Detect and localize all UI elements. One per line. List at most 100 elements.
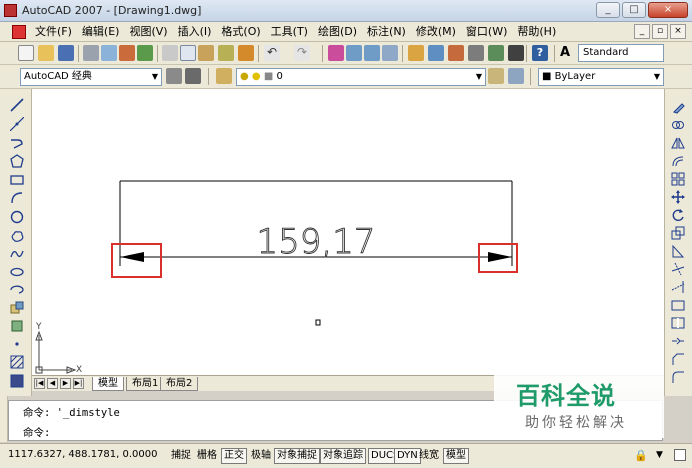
layer-dropdown[interactable]: ● ● ■ 0 ▼ <box>236 68 486 86</box>
block-editor-icon[interactable] <box>238 45 254 61</box>
lineweight-toggle[interactable]: 线宽 <box>416 448 442 464</box>
scale-icon[interactable] <box>670 225 686 241</box>
close-button[interactable]: × <box>648 2 688 18</box>
erase-icon[interactable] <box>670 99 686 115</box>
zoom-previous-icon[interactable] <box>382 45 398 61</box>
next-tab-icon[interactable]: ▶ <box>60 378 71 389</box>
drawing-canvas[interactable]: 159,17 Y X <box>32 89 664 375</box>
design-center-icon[interactable] <box>428 45 444 61</box>
circle-icon[interactable] <box>9 209 25 225</box>
mirror-icon[interactable] <box>670 135 686 151</box>
menu-view[interactable]: 视图(V) <box>124 25 172 39</box>
menu-file[interactable]: 文件(F) <box>30 25 77 39</box>
cut-icon[interactable] <box>162 45 178 61</box>
gradient-icon[interactable] <box>9 373 25 389</box>
previous-tab-icon[interactable]: ◀ <box>47 378 58 389</box>
menu-format[interactable]: 格式(O) <box>216 25 265 39</box>
undo-icon[interactable]: ↶ <box>264 45 280 61</box>
command-prompt[interactable]: 命令: <box>23 425 50 440</box>
chevron-down-icon[interactable]: ▼ <box>656 450 663 460</box>
menu-insert[interactable]: 插入(I) <box>173 25 217 39</box>
workspace-dropdown[interactable]: AutoCAD 经典 ▼ <box>20 68 162 86</box>
tool-palettes-icon[interactable] <box>448 45 464 61</box>
make-block-icon[interactable] <box>9 318 25 334</box>
pan-icon[interactable] <box>328 45 344 61</box>
maximize-button[interactable]: □ <box>622 2 646 18</box>
revision-cloud-icon[interactable] <box>9 228 25 244</box>
tab-layout2[interactable]: 布局2 <box>160 377 199 391</box>
match-properties-icon[interactable] <box>218 45 234 61</box>
menu-dimension[interactable]: 标注(N) <box>362 25 411 39</box>
break-icon[interactable] <box>670 315 686 331</box>
print-icon[interactable] <box>83 45 99 61</box>
polar-toggle[interactable]: 极轴 <box>248 448 274 464</box>
doc-restore-button[interactable]: ▫ <box>652 24 668 39</box>
extend-icon[interactable] <box>670 279 686 295</box>
command-window-grip[interactable] <box>0 396 8 442</box>
menu-modify[interactable]: 修改(M) <box>411 25 461 39</box>
arc-icon[interactable] <box>9 190 25 206</box>
copy-icon[interactable] <box>180 45 196 61</box>
otrack-toggle[interactable]: 对象追踪 <box>320 448 366 464</box>
spline-icon[interactable] <box>9 246 25 262</box>
stretch-icon[interactable] <box>670 243 686 259</box>
line-icon[interactable] <box>9 97 25 113</box>
doc-close-button[interactable]: × <box>670 24 686 39</box>
help-icon[interactable]: ? <box>532 45 548 61</box>
polygon-icon[interactable] <box>9 153 25 169</box>
offset-icon[interactable] <box>670 153 686 169</box>
menu-edit[interactable]: 编辑(E) <box>77 25 125 39</box>
rectangle-icon[interactable] <box>9 172 25 188</box>
plot-preview-icon[interactable] <box>101 45 117 61</box>
menu-draw[interactable]: 绘图(D) <box>313 25 362 39</box>
save-icon[interactable] <box>58 45 74 61</box>
workspace-settings-icon[interactable] <box>166 68 182 84</box>
construction-line-icon[interactable] <box>9 116 25 132</box>
move-icon[interactable] <box>670 189 686 205</box>
doc-minimize-button[interactable]: _ <box>634 24 650 39</box>
redo-icon[interactable]: ↷ <box>294 45 310 61</box>
lock-icon[interactable]: 🔒 <box>634 449 648 462</box>
model-toggle[interactable]: 模型 <box>443 448 469 464</box>
coordinates-readout[interactable]: 1117.6327, 488.1781, 0.0000 <box>8 449 158 460</box>
first-tab-icon[interactable]: |◀ <box>34 378 45 389</box>
clean-screen-icon[interactable] <box>674 449 686 461</box>
break-at-point-icon[interactable] <box>670 297 686 313</box>
color-dropdown[interactable]: ■ ByLayer ▼ <box>538 68 664 86</box>
menu-help[interactable]: 帮助(H) <box>512 25 561 39</box>
publish-icon[interactable] <box>119 45 135 61</box>
copy-object-icon[interactable] <box>670 117 686 133</box>
markup-icon[interactable] <box>488 45 504 61</box>
calculator-icon[interactable] <box>508 45 524 61</box>
minimize-button[interactable]: _ <box>596 2 620 18</box>
tab-layout1[interactable]: 布局1 <box>126 377 165 391</box>
osnap-toggle[interactable]: 对象捕捉 <box>274 448 320 464</box>
ortho-toggle[interactable]: 正交 <box>221 448 247 464</box>
sheet-set-icon[interactable] <box>468 45 484 61</box>
snap-toggle[interactable]: 捕捉 <box>168 448 194 464</box>
text-style-dropdown[interactable]: Standard <box>578 44 664 62</box>
properties-icon[interactable] <box>408 45 424 61</box>
tab-model[interactable]: 模型 <box>92 377 124 391</box>
3d-dwf-icon[interactable] <box>137 45 153 61</box>
fillet-icon[interactable] <box>670 369 686 385</box>
point-icon[interactable] <box>9 336 25 352</box>
polyline-icon[interactable] <box>9 135 25 151</box>
array-icon[interactable] <box>670 171 686 187</box>
save-workspace-icon[interactable] <box>185 68 201 84</box>
trim-icon[interactable] <box>670 261 686 277</box>
open-icon[interactable] <box>38 45 54 61</box>
menu-window[interactable]: 窗口(W) <box>461 25 512 39</box>
last-tab-icon[interactable]: ▶| <box>73 378 84 389</box>
join-icon[interactable] <box>670 333 686 349</box>
grid-toggle[interactable]: 栅格 <box>194 448 220 464</box>
zoom-window-icon[interactable] <box>364 45 380 61</box>
document-icon[interactable] <box>12 25 26 39</box>
new-icon[interactable] <box>18 45 34 61</box>
hatch-icon[interactable] <box>9 354 25 370</box>
make-current-layer-icon[interactable] <box>488 68 504 84</box>
paste-icon[interactable] <box>198 45 214 61</box>
chamfer-icon[interactable] <box>670 351 686 367</box>
layer-previous-icon[interactable] <box>508 68 524 84</box>
ellipse-icon[interactable] <box>9 264 25 280</box>
